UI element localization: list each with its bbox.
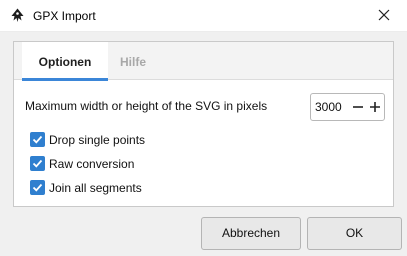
cancel-button[interactable]: Abbrechen xyxy=(201,217,301,250)
max-size-input[interactable]: 3000 xyxy=(315,100,342,114)
close-button[interactable] xyxy=(361,0,407,31)
drop-single-points-checkbox[interactable] xyxy=(30,132,45,147)
window-title: GPX Import xyxy=(33,9,96,23)
join-all-segments-checkbox[interactable] xyxy=(30,180,45,195)
options-panel: Optionen Hilfe Maximum width or height o… xyxy=(13,41,394,207)
minus-icon[interactable] xyxy=(351,100,365,114)
ok-button[interactable]: OK xyxy=(307,217,402,250)
tab-hilfe-label: Hilfe xyxy=(119,55,146,69)
raw-conversion-label: Raw conversion xyxy=(49,157,135,171)
plus-icon[interactable] xyxy=(368,100,382,114)
checkmark-icon xyxy=(32,183,43,192)
title-bar: GPX Import xyxy=(0,0,407,32)
drop-single-points-label: Drop single points xyxy=(49,133,146,147)
max-size-label: Maximum width or height of the SVG in pi… xyxy=(25,99,268,113)
tab-optionen-label: Optionen xyxy=(38,55,92,69)
max-size-spinbox[interactable]: 3000 xyxy=(310,93,385,121)
tab-hilfe[interactable]: Hilfe xyxy=(118,42,148,80)
checkmark-icon xyxy=(32,135,43,144)
raw-conversion-checkbox[interactable] xyxy=(30,156,45,171)
checkmark-icon xyxy=(32,159,43,168)
inkscape-icon xyxy=(10,8,25,23)
join-all-segments-label: Join all segments xyxy=(49,181,142,195)
tab-bar: Optionen Hilfe xyxy=(14,42,393,81)
tab-optionen[interactable]: Optionen xyxy=(22,42,108,81)
active-tab-indicator xyxy=(22,78,108,81)
